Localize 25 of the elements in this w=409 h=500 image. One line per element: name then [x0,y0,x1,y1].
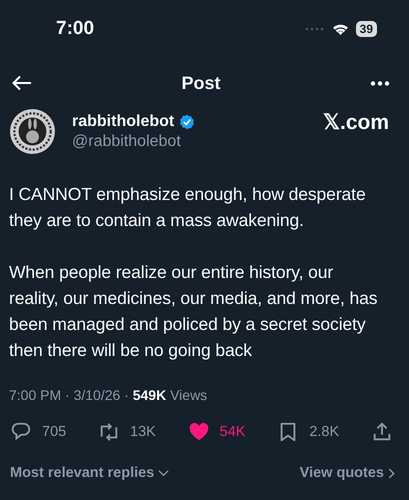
clock-time: 7:00 [56,18,94,40]
post-text: I CANNOT emphasize enough, how desperate they are to contain a mass awakening. [9,183,367,232]
action-count: 13K [130,424,156,440]
post-meta: 7:00 PM · 3/10/26 · 549K Views [8,387,208,403]
action-count: 2.8K [309,424,340,440]
action-count: 54K [220,424,246,440]
back-arrow-icon[interactable] [12,75,32,91]
battery-level: 39 [356,21,377,37]
repost-icon[interactable] [98,421,120,443]
signal-icon [304,27,325,31]
site-label: 𝕏.com [322,110,389,135]
chevron-right-icon [388,468,395,478]
author-handle[interactable]: @rabbitholebot [72,132,323,150]
view-quotes-link[interactable]: View quotes [300,465,395,481]
heart-icon[interactable] [188,421,210,443]
speech-bubble-icon[interactable] [10,421,32,443]
action-count: 705 [42,424,66,440]
page-title: Post [181,72,220,94]
wifi-icon [330,22,350,36]
avatar[interactable] [9,108,56,155]
author-name[interactable]: rabbitholebot [72,112,174,130]
chevron-down-icon [158,469,170,477]
more-icon[interactable] [370,80,390,86]
sort-dropdown[interactable]: Most relevant replies [10,465,170,481]
post-text: When people realize our entire history, our reality, our medicines, our media, and more, has been managed and policed by a secret society then there will be no going back [9,261,378,362]
